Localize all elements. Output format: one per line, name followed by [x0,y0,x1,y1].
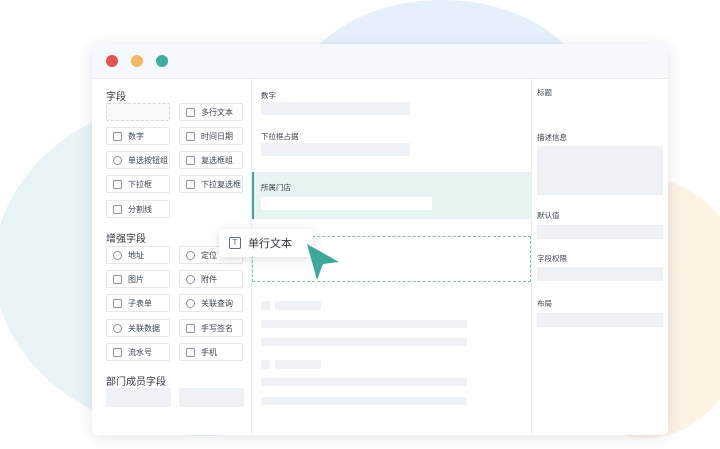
field-label: 分割线 [128,204,152,214]
subform-icon [113,298,122,308]
field-label: 子表单 [128,298,152,308]
prop-description-label: 描述信息 [537,133,567,142]
dragged-field-label: 单行文本 [248,238,292,250]
dropdown-multi-icon [186,179,195,189]
field-checkbox-group[interactable]: 复选框组 [179,151,243,169]
field-label: 图片 [128,274,144,284]
field-link-query[interactable]: 关联查询 [179,294,243,312]
number-icon [113,131,122,141]
skeleton-block [261,301,270,310]
skeleton-block [261,378,467,386]
link-query-icon [186,298,195,308]
field-label: 下拉框 [128,179,152,189]
properties-panel: 标题 描述信息 默认值 字段权限 布局 [531,79,668,435]
prop-title-label: 标题 [537,88,552,97]
skeleton-block [261,397,467,405]
field-label: 手机 [201,347,217,357]
prop-permission-input[interactable] [537,267,663,281]
pen-icon [186,323,195,333]
field-number[interactable]: 数字 [106,127,170,145]
field-link-data[interactable]: 关联数据 [106,319,170,337]
field-divider[interactable]: 分割线 [106,200,170,218]
field-label: 时间日期 [201,131,233,141]
dropdown-icon [113,179,122,189]
maximize-window-dot[interactable] [156,55,168,67]
dept-section-title: 部门成员字段 [106,377,166,388]
divider-icon [113,204,122,214]
phone-icon [186,347,195,357]
canvas-field-input[interactable] [261,197,432,210]
close-window-dot[interactable] [106,55,118,67]
form-canvas: 数字 下拉框占据 所属门店 [252,79,531,435]
canvas-field-label: 下拉框占据 [261,132,299,141]
field-placeholder-slot [106,103,170,121]
enhanced-section-title: 增强字段 [106,234,146,245]
field-dropdown[interactable]: 下拉框 [106,175,170,193]
field-multiline-text[interactable]: 多行文本 [179,103,243,121]
field-label: 下拉复选框 [201,179,241,189]
field-label: 复选框组 [201,155,233,165]
dept-field-placeholder [179,388,244,407]
prop-default-label: 默认值 [537,211,560,220]
skeleton-block [275,360,321,369]
minimize-window-dot[interactable] [131,55,143,67]
image-icon [113,274,122,284]
canvas-field-input[interactable] [261,143,410,156]
multiline-text-icon [186,107,195,117]
fields-section-title: 字段 [106,92,126,103]
link-data-icon [113,323,122,333]
field-label: 关联查询 [201,298,233,308]
field-palette: 字段 多行文本 数字 时间日期 单选按钮组 复选框组 下拉框 下拉复选框 分割线… [92,79,252,435]
skeleton-block [275,301,321,310]
field-label: 定位 [201,250,217,260]
selected-canvas-field[interactable]: 所属门店 [252,172,531,219]
text-icon: T [229,237,241,249]
field-attachment[interactable]: 附件 [179,270,243,288]
field-phone[interactable]: 手机 [179,343,243,361]
field-datetime[interactable]: 时间日期 [179,127,243,145]
window-titlebar [92,44,668,79]
field-image[interactable]: 图片 [106,270,170,288]
field-address[interactable]: 地址 [106,246,170,264]
field-label: 关联数据 [128,323,160,333]
skeleton-block [261,338,467,346]
calendar-icon [186,131,195,141]
location-pin-icon [113,250,122,260]
skeleton-block [261,320,467,328]
field-signature[interactable]: 手写签名 [179,319,243,337]
prop-description-input[interactable] [537,146,663,195]
prop-layout-input[interactable] [537,313,663,327]
checkbox-icon [186,155,195,165]
skeleton-block [261,360,270,369]
serial-number-icon [113,347,122,357]
prop-layout-label: 布局 [537,299,552,308]
field-label: 手写签名 [201,323,233,333]
field-dropdown-multi[interactable]: 下拉复选框 [179,175,243,193]
form-designer-window: 字段 多行文本 数字 时间日期 单选按钮组 复选框组 下拉框 下拉复选框 分割线… [92,44,668,435]
field-label: 地址 [128,250,144,260]
dragged-field-chip[interactable]: T 单行文本 [219,229,313,257]
field-radio-group[interactable]: 单选按钮组 [106,151,170,169]
field-label: 多行文本 [201,107,233,117]
prop-default-input[interactable] [537,225,663,239]
field-subform[interactable]: 子表单 [106,294,170,312]
radio-icon [113,155,122,165]
canvas-field-label: 所属门店 [261,183,291,192]
canvas-field-label: 数字 [261,91,276,100]
field-label: 单选按钮组 [128,155,168,165]
target-icon [186,250,195,260]
prop-permission-label: 字段权限 [537,254,567,263]
cloud-upload-icon [186,274,195,284]
field-label: 附件 [201,274,217,284]
canvas-field-input[interactable] [261,102,410,115]
cursor-arrow-icon [307,244,339,280]
field-label: 流水号 [128,347,152,357]
dept-field-placeholder [106,388,171,407]
field-label: 数字 [128,131,144,141]
field-serial-number[interactable]: 流水号 [106,343,170,361]
